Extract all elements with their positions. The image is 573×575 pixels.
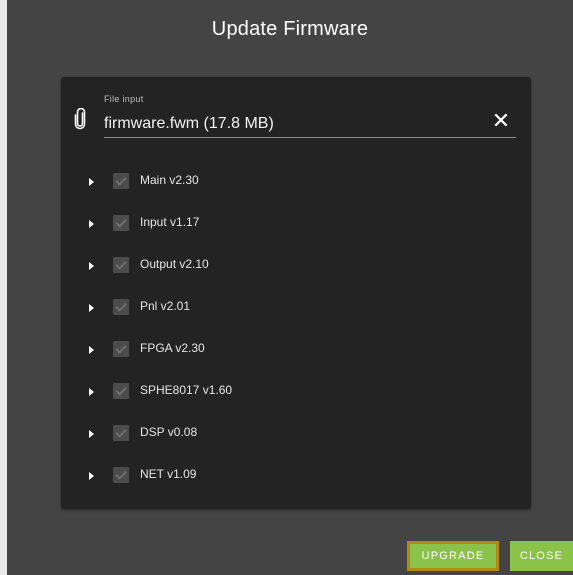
component-checkbox[interactable] bbox=[113, 173, 129, 189]
expand-arrow-icon[interactable] bbox=[84, 427, 98, 441]
component-label: FPGA v2.30 bbox=[140, 341, 205, 355]
firmware-panel: File input ✕ Main v2.30 Input v1.17 Outp… bbox=[61, 77, 531, 509]
expand-arrow-icon[interactable] bbox=[84, 175, 98, 189]
file-input-label: File input bbox=[104, 94, 144, 104]
tree-item-pnl: Pnl v2.01 bbox=[61, 288, 531, 330]
close-icon[interactable]: ✕ bbox=[489, 109, 513, 133]
tree-item-fpga: FPGA v2.30 bbox=[61, 330, 531, 372]
tree-item-main: Main v2.30 bbox=[61, 162, 531, 204]
component-label: SPHE8017 v1.60 bbox=[140, 383, 233, 397]
component-label: NET v1.09 bbox=[140, 467, 197, 481]
dialog-title: Update Firmware bbox=[211, 18, 369, 40]
component-checkbox[interactable] bbox=[113, 299, 129, 315]
component-checkbox[interactable] bbox=[113, 341, 129, 357]
expand-arrow-icon[interactable] bbox=[84, 343, 98, 357]
tree-item-sphe8017: SPHE8017 v1.60 bbox=[61, 372, 531, 414]
tree-item-output: Output v2.10 bbox=[61, 246, 531, 288]
upgrade-button[interactable]: UPGRADE bbox=[407, 541, 499, 571]
component-checkbox[interactable] bbox=[113, 425, 129, 441]
component-label: Output v2.10 bbox=[140, 257, 209, 271]
component-label: Input v1.17 bbox=[140, 215, 200, 229]
component-tree: Main v2.30 Input v1.17 Output v2.10 Pnl … bbox=[61, 162, 531, 498]
tree-item-net: NET v1.09 bbox=[61, 456, 531, 498]
tree-item-dsp: DSP v0.08 bbox=[61, 414, 531, 456]
tree-item-input: Input v1.17 bbox=[61, 204, 531, 246]
file-input-field[interactable] bbox=[104, 111, 516, 138]
expand-arrow-icon[interactable] bbox=[84, 469, 98, 483]
component-checkbox[interactable] bbox=[113, 257, 129, 273]
component-checkbox[interactable] bbox=[113, 467, 129, 483]
expand-arrow-icon[interactable] bbox=[84, 301, 98, 315]
close-button[interactable]: CLOSE bbox=[510, 541, 573, 571]
component-checkbox[interactable] bbox=[113, 383, 129, 399]
component-label: Main v2.30 bbox=[140, 173, 199, 187]
expand-arrow-icon[interactable] bbox=[84, 259, 98, 273]
expand-arrow-icon[interactable] bbox=[84, 217, 98, 231]
component-label: Pnl v2.01 bbox=[140, 299, 191, 313]
update-firmware-dialog: Update Firmware File input ✕ Main v2.30 … bbox=[7, 0, 573, 575]
component-checkbox[interactable] bbox=[113, 215, 129, 231]
expand-arrow-icon[interactable] bbox=[84, 385, 98, 399]
component-label: DSP v0.08 bbox=[140, 425, 198, 439]
paperclip-icon[interactable] bbox=[73, 108, 87, 130]
